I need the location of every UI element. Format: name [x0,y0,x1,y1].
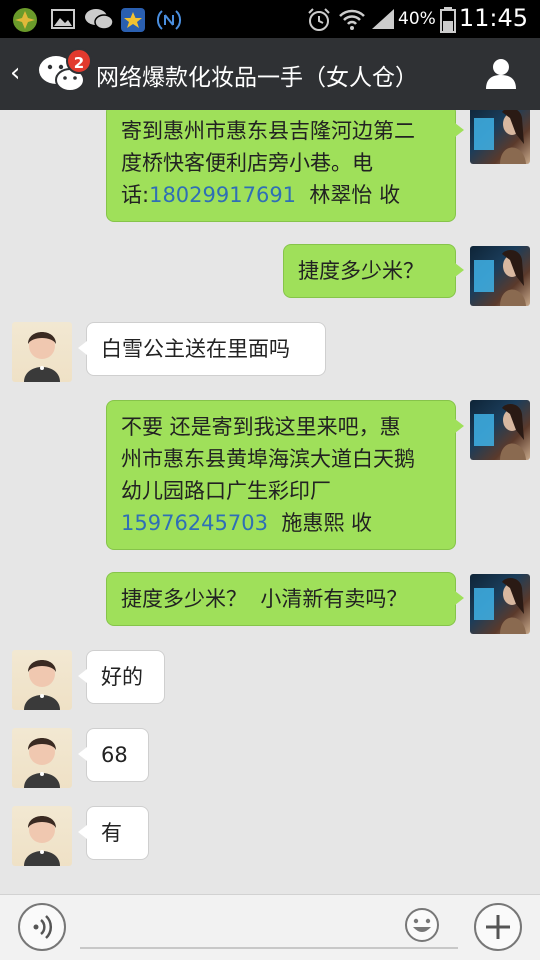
message-text: 施惠熙 收 [267,511,373,535]
message-text: 度桥快客便利店旁小巷。电 [121,151,373,175]
message-text: 有 [101,821,122,845]
voice-icon [33,915,53,939]
avatar-photo-icon [474,110,526,164]
avatar-photo-icon [474,578,526,634]
message-text: 捷度多少米？ [298,259,424,283]
contact-avatar[interactable] [12,728,72,788]
message-text: 林翠怡 收 [296,183,401,207]
message-bubble-sent[interactable]: 捷度多少米？ 小清新有卖吗？ [106,572,464,626]
message-text: 寄到惠州市惠东县吉隆河边第二 [121,119,415,143]
badge-app-icon [121,8,145,32]
phone-link[interactable]: 18029917691 [149,183,296,207]
my-avatar[interactable] [470,400,530,460]
voice-button[interactable] [18,903,66,951]
message-bubble-received[interactable]: 白雪公主送在里面吗 [78,322,326,376]
status-time: 11:45 [458,4,528,32]
message-list[interactable]: 寄到惠州市惠东县吉隆河边第二 度桥快客便利店旁小巷。电 话:1802991769… [0,110,540,894]
message-bubble-received[interactable]: 68 [78,728,149,782]
status-bar: 40% 11:45 [0,0,540,38]
input-bar [0,894,540,960]
avatar-photo-icon [474,250,526,306]
chat-title: 网络爆款化妆品一手（女人仓） [96,65,418,91]
message-text: 白雪公主送在里面吗 [101,337,290,361]
message-bubble-sent[interactable]: 寄到惠州市惠东县吉隆河边第二 度桥快客便利店旁小巷。电 话:1802991769… [106,110,464,222]
gallery-icon [51,9,75,29]
unread-badge: 2 [66,48,92,74]
message-bubble-received[interactable]: 有 [78,806,149,860]
message-text: 好的 [101,665,143,689]
message-text: 捷度多少米？ 小清新有卖吗？ [121,587,408,611]
avatar-photo-icon [24,332,60,382]
my-avatar[interactable] [470,246,530,306]
message-text: 幼儿园路口广生彩印厂 [121,479,331,503]
wechat-notify-icon [85,9,114,30]
avatar-photo-icon [474,404,526,460]
emoji-icon[interactable] [404,907,440,943]
message-input[interactable] [80,947,458,949]
message-text: 不要 还是寄到我这里来吧，惠 [121,415,401,439]
signal-icon [372,9,394,29]
message-text: 68 [101,743,128,767]
contact-avatar[interactable] [12,322,72,382]
chevron-left-icon[interactable]: ‹ [10,58,20,88]
avatar-photo-icon [24,816,60,866]
my-avatar[interactable] [470,574,530,634]
contact-avatar[interactable] [12,806,72,866]
nfc-icon [156,10,182,30]
message-bubble-sent[interactable]: 不要 还是寄到我这里来吧，惠 州市惠东县黄埠海滨大道白天鹅 幼儿园路口广生彩印厂… [106,400,464,550]
my-avatar[interactable] [470,110,530,164]
more-button[interactable] [474,903,522,951]
avatar-photo-icon [24,738,60,788]
person-icon[interactable] [484,56,518,90]
battery-percent: 40% [398,9,436,29]
chat-header: ‹ 2 网络爆款化妆品一手（女人仓） [0,38,540,110]
message-bubble-sent[interactable]: 捷度多少米？ [283,244,464,298]
wifi-icon [339,9,365,30]
avatar-photo-icon [24,660,60,710]
message-bubble-received[interactable]: 好的 [78,650,165,704]
battery-icon [440,7,456,33]
alarm-icon [308,8,330,31]
plus-icon [486,915,510,939]
message-text: 话: [121,183,150,207]
app-notification-icon [13,8,37,32]
phone-link[interactable]: 15976245703 [121,511,268,535]
message-text: 州市惠东县黄埠海滨大道白天鹅 [121,447,415,471]
contact-avatar[interactable] [12,650,72,710]
